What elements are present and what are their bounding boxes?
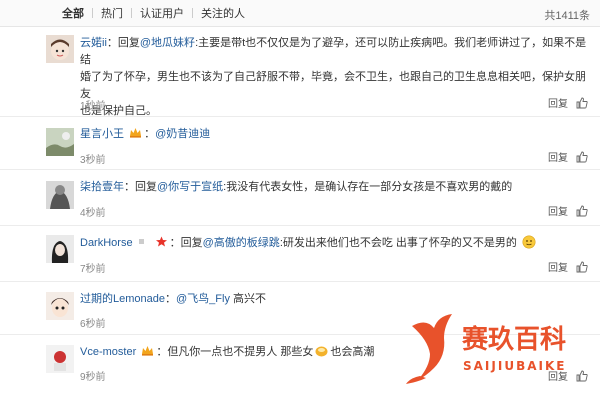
watermark-logo: 赛玖百科 SAIJIUBAIKE [404,306,594,386]
comment-time: 4秒前 [80,208,106,219]
commenter-name[interactable]: DarkHorse [80,237,133,249]
comment-item: 云婼ii：回复@地瓜妹籽:主要是带t也不仅仅是为了避孕，还可以防止疾病吧。我们老… [0,27,600,117]
avatar[interactable] [46,292,74,320]
level-badge-icon [138,239,144,244]
reply-target-link[interactable]: @高傲的板绿跳 [203,237,280,249]
like-icon[interactable] [576,97,588,109]
comment-total-count: 共1411条 [544,10,590,22]
emoji-icon [522,235,536,249]
comment-actions: 回复 [548,203,588,218]
tab-hot[interactable]: 热门 [93,5,131,21]
tab-all[interactable]: 全部 [54,5,92,21]
like-icon[interactable] [576,151,588,163]
watermark-title: 赛玖百科 [461,324,566,355]
comment-item: 星言小王 ：@奶昔迪迪 3秒前 回复 [0,117,600,170]
comment-text: 但凡你一点也不提男人 那些女 [167,346,314,358]
comment-filter-tabs: 全部 热门 认证用户 关注的人 共1411条 [0,0,600,27]
comment-text: 也会高潮 [330,346,375,358]
comment-text: 婚了为了怀孕，男生也不该为了自己舒服不带，毕竟，会不卫生，也跟自己的卫生息息相关… [80,71,586,100]
comment-time: 7秒前 [80,264,106,275]
reply-prefix: 回复 [135,181,157,193]
commenter-name[interactable]: 云婼ii [80,37,107,49]
commenter-name[interactable]: 柒拾壹年 [80,181,124,193]
comment-text: :我没有代表女性，是确认存在一部分女孩是不喜欢男的戴的 [223,181,513,193]
avatar[interactable] [46,128,74,156]
reply-button[interactable]: 回复 [548,149,568,164]
comment-item: 柒拾壹年：回复@你写于宣纸:我没有代表女性，是确认存在一部分女孩是不喜欢男的戴的… [0,170,600,226]
avatar[interactable] [46,235,74,263]
comment-time: 1秒前 [80,101,106,112]
reply-button[interactable]: 回复 [548,259,568,274]
watermark-subtitle: SAIJIUBAIKE [463,359,566,373]
mention-link[interactable]: @奶昔迪迪 [155,128,210,140]
comment-time: 6秒前 [80,319,106,330]
avatar[interactable] [46,345,74,373]
avatar[interactable] [46,35,74,63]
comment-actions: 回复 [548,259,588,274]
reply-prefix: 回复 [180,237,203,249]
comment-text: :研发出来他们也不会吃 出事了怀孕的又不是男的 [279,237,517,249]
comment-actions: 回复 [548,95,588,110]
like-icon[interactable] [576,261,588,273]
commenter-name[interactable]: 星言小王 [80,128,124,140]
avatar[interactable] [46,181,74,209]
comment-text: 高兴不 [233,293,267,305]
comment-item: DarkHorse ：回复@高傲的板绿跳:研发出来他们也不会吃 出事了怀孕的又不… [0,226,600,282]
tab-verified[interactable]: 认证用户 [132,5,192,21]
comment-actions: 回复 [548,149,588,164]
commenter-name[interactable]: 过期的Lemonade [80,293,165,305]
crown-badge-icon [130,128,142,138]
crown-badge-icon [142,346,154,356]
comment-time: 3秒前 [80,155,106,166]
star-badge-icon [155,236,167,247]
reply-button[interactable]: 回复 [548,95,568,110]
commenter-name[interactable]: Vce-moster [80,346,136,358]
emoji-icon [315,346,328,357]
comment-time: 9秒前 [80,372,106,383]
tab-following[interactable]: 关注的人 [193,5,253,21]
mention-link[interactable]: @飞鸟_Fly [176,293,230,305]
like-icon[interactable] [576,205,588,217]
reply-button[interactable]: 回复 [548,203,568,218]
reply-target-link[interactable]: @你写于宣纸 [157,181,223,193]
reply-prefix: 回复 [117,37,140,49]
reply-target-link[interactable]: @地瓜妹籽 [140,37,195,49]
